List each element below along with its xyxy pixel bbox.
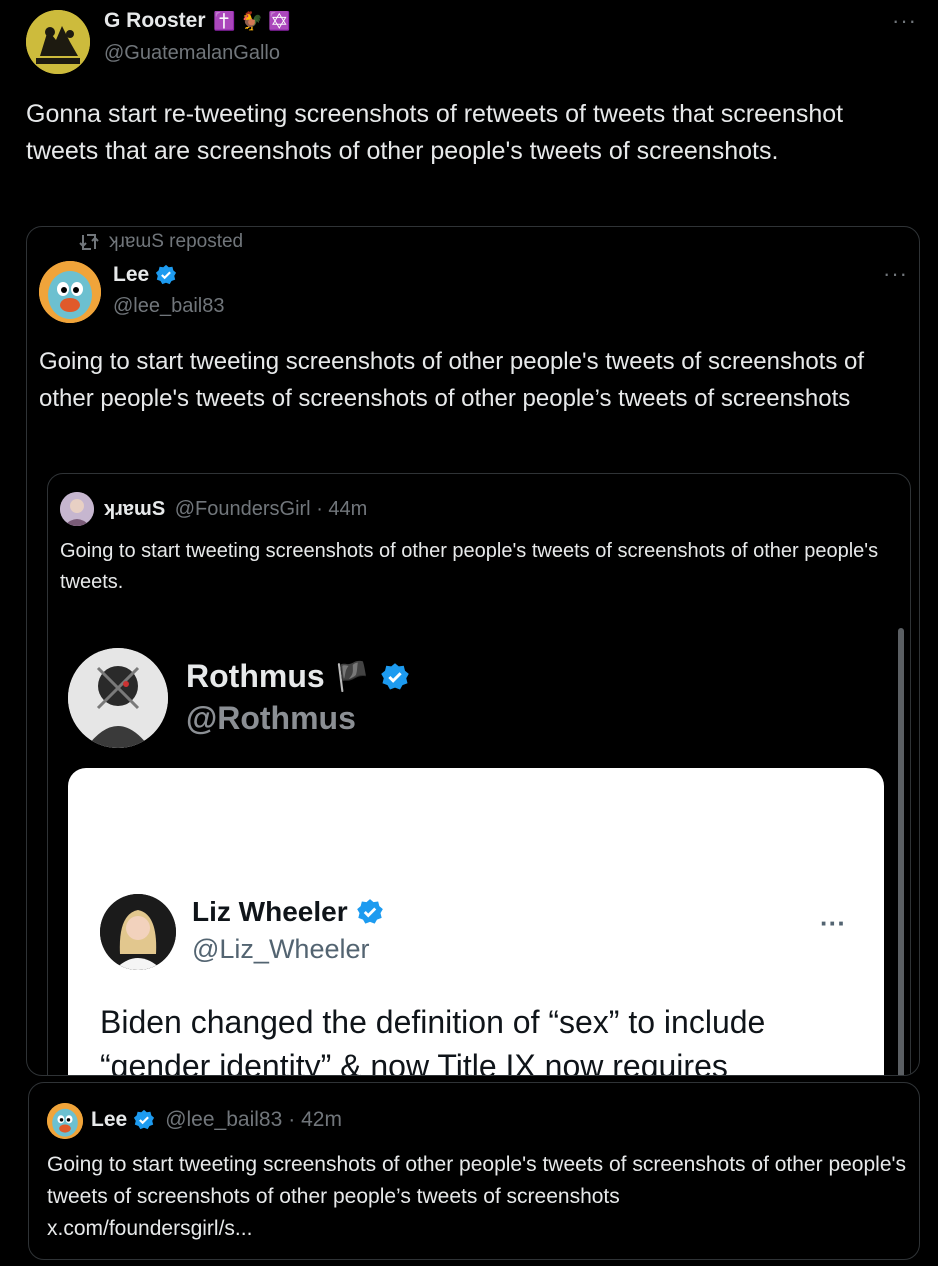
- repost-more-icon[interactable]: ···: [883, 261, 908, 287]
- liz-name-row: Liz Wheeler: [192, 896, 384, 928]
- repost-label: ʞɹɐɯS reposted: [109, 231, 244, 252]
- liz-handle: @Liz_Wheeler: [192, 934, 370, 964]
- liz-wheeler-avatar-icon: [100, 894, 176, 970]
- rothmus-name: Rothmus: [186, 658, 325, 694]
- main-more-icon[interactable]: ···: [892, 8, 917, 34]
- rothmus-handle: @Rothmus: [186, 700, 356, 736]
- avatar-foundersgirl[interactable]: [60, 492, 94, 526]
- rothmus-avatar-icon: [68, 648, 168, 748]
- main-tweet-text: Gonna start re-tweeting screenshots of r…: [26, 100, 844, 165]
- name-emojis: ✝️ 🐓 ✡️: [213, 11, 291, 31]
- main-handle[interactable]: @GuatemalanGallo: [104, 42, 280, 65]
- black-flag-icon: 🏴: [334, 661, 370, 692]
- avatar-grooster[interactable]: [26, 10, 90, 74]
- bottom-quote-header: Lee @lee_bail83 · 42m: [91, 1108, 342, 1132]
- quoted-handle[interactable]: @FoundersGirl: [175, 498, 311, 520]
- main-display-name[interactable]: G Rooster ✝️ 🐓 ✡️: [104, 9, 291, 33]
- liz-verified-icon: [356, 899, 383, 924]
- avatar-rothmus: [68, 648, 168, 748]
- repost-text: Going to start tweeting screenshots of o…: [39, 348, 865, 412]
- verified-badge-icon: [156, 264, 177, 285]
- quoted-text: Going to start tweeting screenshots of o…: [60, 540, 879, 593]
- liz-text: Biden changed the definition of “sex” to…: [100, 1004, 766, 1076]
- lee-avatar-icon: [39, 261, 101, 323]
- rooster-avatar-icon: [26, 10, 90, 74]
- foundersgirl-avatar-icon: [60, 492, 94, 526]
- repost-card[interactable]: ʞɹɐɯS reposted Lee @lee_bail83 ··· Going…: [26, 226, 920, 1076]
- repost-row: ʞɹɐɯS reposted: [79, 231, 243, 253]
- repost-handle[interactable]: @lee_bail83: [113, 295, 225, 318]
- main-display-name-text: G Rooster: [104, 9, 206, 32]
- bottom-quote-text: Going to start tweeting screenshots of o…: [47, 1153, 907, 1208]
- repost-icon: [79, 234, 99, 250]
- bottom-quote-link[interactable]: x.com/foundersgirl/s...: [47, 1213, 252, 1245]
- bottom-display-name[interactable]: Lee: [91, 1108, 127, 1132]
- bottom-verified-icon: [134, 1109, 155, 1130]
- repost-display-name: Lee: [113, 263, 150, 286]
- repost-display-name-row[interactable]: Lee: [113, 263, 177, 287]
- quoted-header: ʞɹɐɯS @FoundersGirl · 44m: [104, 498, 367, 521]
- liz-more-icon: ···: [820, 908, 846, 938]
- liz-name: Liz Wheeler: [192, 896, 348, 927]
- quoted-time[interactable]: · 44m: [316, 498, 367, 520]
- rothmus-name-row: Rothmus 🏴: [186, 658, 410, 695]
- bottom-handle[interactable]: @lee_bail83: [165, 1108, 282, 1132]
- screenshot-image[interactable]: Rothmus 🏴 @Rothmus Liz Wheeler @Liz_Whee…: [48, 606, 910, 1076]
- avatar-lee-small[interactable]: [47, 1103, 83, 1139]
- lee-small-avatar-icon: [47, 1103, 83, 1139]
- bottom-quote-card[interactable]: Lee @lee_bail83 · 42m Going to start twe…: [28, 1082, 920, 1260]
- quoted-tweet-card[interactable]: ʞɹɐɯS @FoundersGirl · 44m Going to start…: [47, 473, 911, 1076]
- image-scrollbar[interactable]: [898, 628, 904, 1075]
- liz-wheeler-tweet: Liz Wheeler @Liz_Wheeler ··· Biden chang…: [68, 768, 884, 1076]
- rothmus-verified-icon: [380, 662, 409, 689]
- quoted-display-name[interactable]: ʞɹɐɯS: [104, 498, 165, 520]
- avatar-lee[interactable]: [39, 261, 101, 323]
- avatar-liz-wheeler: [100, 894, 176, 970]
- bottom-time[interactable]: · 42m: [288, 1108, 342, 1132]
